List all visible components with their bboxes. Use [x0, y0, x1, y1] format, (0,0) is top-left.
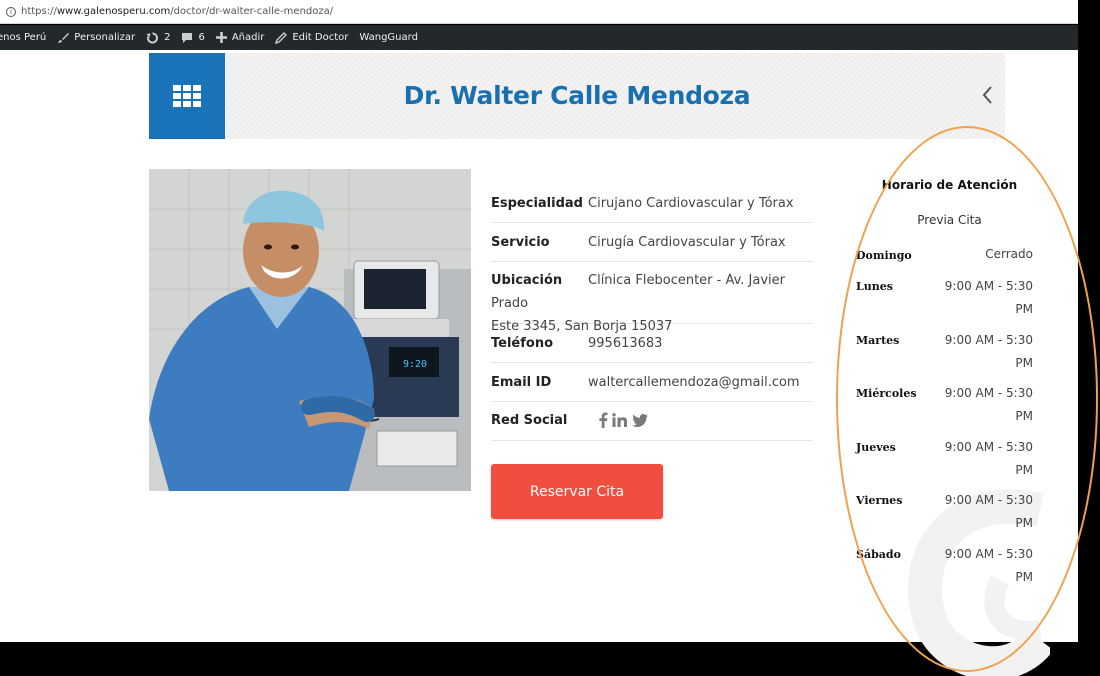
admin-bar: enos Perú Personalizar 2 6 Añadir Edit D… [0, 25, 1078, 50]
admin-site-link[interactable]: enos Perú [0, 32, 46, 43]
schedule-day: Lunes [856, 280, 893, 293]
social-links [598, 412, 649, 428]
schedule-row: Martes 9:00 AM - 5:30 PM [856, 333, 1033, 387]
schedule-day: Jueves [856, 441, 896, 454]
schedule-row: Jueves 9:00 AM - 5:30 PM [856, 440, 1033, 494]
admin-new-link[interactable]: Añadir [215, 32, 264, 43]
admin-updates-link[interactable]: 2 [146, 32, 170, 44]
detail-value: 995613683 [588, 336, 663, 351]
schedule-hours: 9:00 AM - 5:30 PM [944, 547, 1033, 584]
schedule-title: Horario de Atención [881, 178, 1018, 192]
doctor-photo: 9:20 [149, 169, 471, 491]
svg-text:9:20: 9:20 [403, 359, 427, 370]
admin-customize-link[interactable]: Personalizar [57, 32, 135, 44]
back-button[interactable] [981, 85, 993, 110]
reserve-appointment-button[interactable]: Reservar Cita [491, 464, 663, 519]
brush-icon [58, 32, 70, 43]
address-bar[interactable]: i https://www.galenosperu.com/doctor/dr-… [0, 0, 1078, 24]
detail-row-servicio: Servicio Cirugía Cardiovascular y Tórax [491, 223, 813, 262]
schedule-hours: 9:00 AM - 5:30 PM [944, 279, 1033, 316]
detail-value: Cirugía Cardiovascular y Tórax [588, 235, 786, 250]
schedule-hours: 9:00 AM - 5:30 PM [944, 440, 1033, 477]
page-content: Dr. Walter Calle Mendoza 9:20 Especialid… [0, 50, 1078, 676]
url-text[interactable]: https://www.galenosperu.com/doctor/dr-wa… [21, 6, 333, 17]
detail-row-red-social: Red Social [491, 402, 813, 441]
doctor-header: Dr. Walter Calle Mendoza [149, 53, 1005, 139]
schedule-panel: Horario de Atención Previa Cita Domingo … [856, 178, 1033, 602]
plus-icon [215, 32, 227, 43]
comment-icon [182, 32, 193, 43]
detail-row-ubicacion: Ubicación Clínica Flebocenter - Av. Javie… [491, 262, 813, 334]
detail-label: Teléfono [491, 336, 554, 351]
schedule-row: Sábado 9:00 AM - 5:30 PM [856, 547, 1033, 602]
schedule-hours: Cerrado [985, 247, 1033, 261]
detail-row-especialidad: Especialidad Cirujano Cardiovascular y Tó… [491, 184, 813, 223]
admin-wangguard-link[interactable]: WangGuard [359, 32, 418, 43]
twitter-icon[interactable] [632, 413, 649, 427]
schedule-row: Viernes 9:00 AM - 5:30 PM [856, 493, 1033, 548]
schedule-day: Martes [856, 334, 900, 347]
admin-comments-link[interactable]: 6 [181, 32, 205, 44]
schedule-row: Miércoles 9:00 AM - 5:30 PM [856, 386, 1033, 441]
admin-edit-doctor-link[interactable]: Edit Doctor [275, 31, 348, 44]
schedule-hours: 9:00 AM - 5:30 PM [944, 386, 1033, 423]
schedule-subtitle: Previa Cita [917, 213, 982, 227]
detail-value: Cirujano Cardiovascular y Tórax [588, 196, 794, 211]
detail-label: Especialidad [491, 196, 583, 211]
doctor-details: Especialidad Cirujano Cardiovascular y Tó… [491, 184, 813, 441]
schedule-day: Domingo [856, 249, 912, 262]
pencil-icon [275, 31, 288, 44]
facebook-icon[interactable] [598, 412, 608, 428]
page-title: Dr. Walter Calle Mendoza [403, 81, 751, 110]
chevron-left-icon [982, 86, 992, 104]
schedule-hours: 9:00 AM - 5:30 PM [944, 333, 1033, 370]
schedule-day: Viernes [856, 494, 903, 507]
schedule-day: Miércoles [856, 387, 917, 400]
schedule-row: Lunes 9:00 AM - 5:30 PM [856, 279, 1033, 334]
linkedin-icon[interactable] [612, 413, 628, 427]
schedule-day: Sábado [856, 548, 901, 561]
schedule-hours: 9:00 AM - 5:30 PM [944, 493, 1033, 530]
detail-value: waltercallemendoza@gmail.com [588, 375, 800, 390]
detail-label: Red Social [491, 412, 568, 428]
detail-label: Ubicación [491, 273, 563, 288]
detail-label: Servicio [491, 235, 550, 250]
detail-label: Email ID [491, 375, 552, 390]
detail-row-email: Email ID waltercallemendoza@gmail.com [491, 363, 813, 402]
refresh-icon [146, 32, 159, 43]
info-icon[interactable]: i [6, 6, 16, 17]
